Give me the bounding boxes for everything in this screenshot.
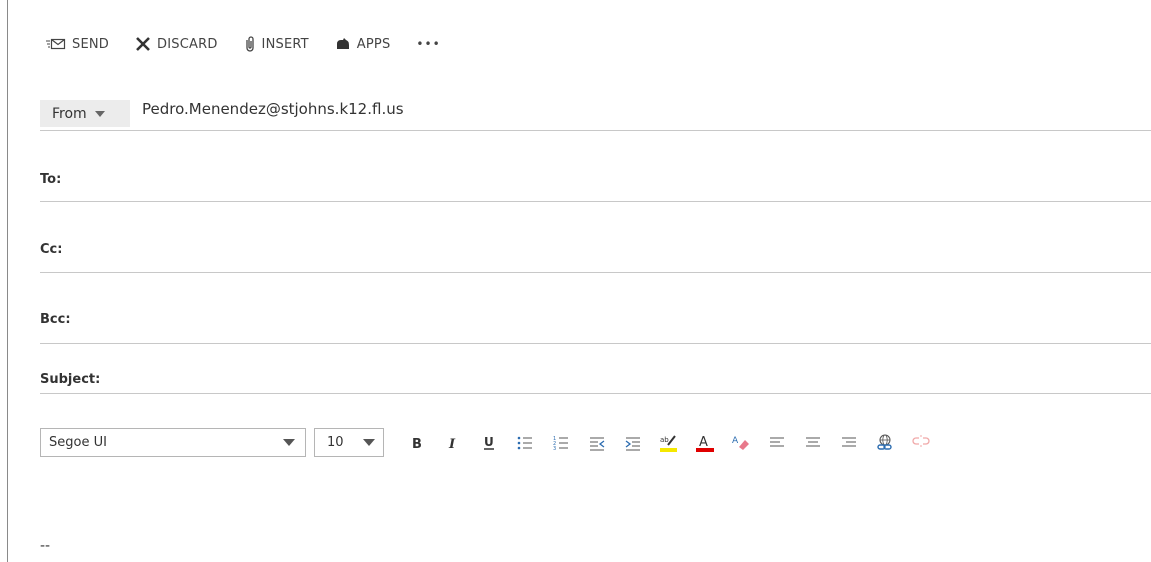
discard-label: DISCARD [157,36,218,52]
underline-icon[interactable]: U [476,430,502,456]
increase-indent-icon[interactable] [620,430,646,456]
formatting-toolbar: Segoe UI 10 B I U 1 2 3 ab A A [40,427,934,458]
apps-icon [335,37,351,51]
svg-text:B: B [412,437,422,450]
chevron-down-icon [363,439,375,446]
more-options-icon: ••• [416,37,441,51]
cc-label: Cc: [40,242,63,257]
bcc-label: Bcc: [40,312,71,327]
send-button[interactable]: SEND [46,37,109,52]
align-center-icon[interactable] [800,430,826,456]
discard-button[interactable]: DISCARD [135,36,218,52]
close-icon [135,36,151,52]
italic-icon[interactable]: I [440,430,466,456]
apps-label: APPS [356,36,391,52]
pane-divider [7,0,8,562]
from-label: From [52,105,87,122]
subject-row: Subject: [40,366,1151,394]
paperclip-icon [244,35,256,53]
numbering-icon[interactable]: 1 2 3 [548,430,574,456]
insert-button[interactable]: INSERT [244,35,309,53]
align-left-icon[interactable] [764,430,790,456]
send-icon [46,37,66,51]
chevron-down-icon [94,110,105,117]
from-row: From Pedro.Menendez@stjohns.k12.fl.us [40,96,1151,131]
cc-row: Cc: [40,230,1151,273]
svg-text:A: A [732,436,739,446]
to-field[interactable] [70,170,1134,192]
send-label: SEND [72,36,110,52]
from-address: Pedro.Menendez@stjohns.k12.fl.us [142,100,404,118]
signature-separator: -- [40,538,51,554]
bcc-row: Bcc: [40,300,1151,344]
align-right-icon[interactable] [836,430,862,456]
bold-icon[interactable]: B [404,430,430,456]
svg-text:U: U [484,435,494,449]
bcc-field[interactable] [80,310,1134,332]
insert-link-icon[interactable] [872,430,898,456]
command-bar: SEND DISCARD INSERT APPS ••• [46,32,467,56]
chevron-down-icon [283,439,295,446]
svg-text:I: I [448,437,456,450]
insert-label: INSERT [261,36,309,52]
more-options-button[interactable]: ••• [416,37,440,51]
bullets-icon[interactable] [512,430,538,456]
svg-text:3: 3 [553,446,556,452]
font-family-value: Segoe UI [49,435,107,450]
clear-formatting-icon[interactable]: A [728,430,754,456]
apps-button[interactable]: APPS [335,37,391,52]
font-family-select[interactable]: Segoe UI [40,428,306,457]
font-size-value: 10 [327,435,344,450]
subject-field[interactable] [110,370,1134,392]
highlight-icon[interactable]: ab [656,430,682,456]
to-label: To: [40,172,62,187]
to-row: To: [40,160,1151,202]
font-color-icon[interactable]: A [692,430,718,456]
remove-link-icon[interactable] [908,430,934,456]
svg-text:A: A [699,435,708,450]
from-dropdown-button[interactable]: From [40,100,130,127]
decrease-indent-icon[interactable] [584,430,610,456]
subject-label: Subject: [40,372,101,387]
font-size-select[interactable]: 10 [314,428,384,457]
cc-field[interactable] [70,240,1134,262]
compose-window: SEND DISCARD INSERT APPS ••• From Pedro.… [0,0,1151,562]
svg-text:ab: ab [660,436,669,444]
